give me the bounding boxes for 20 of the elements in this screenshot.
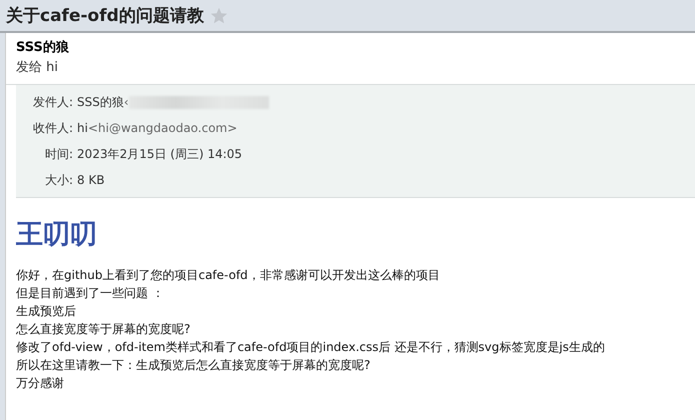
field-value: SSS的狼‹ <box>77 94 129 110</box>
body-text-line: 怎么直接宽度等于屏幕的宽度呢? <box>16 321 192 338</box>
field-label: 收件人: <box>33 120 74 136</box>
body-text-line: 但是目前遇到了一些问题 ： <box>16 285 165 302</box>
field-value: 2023年2月15日 (周三) 14:05 <box>77 146 242 162</box>
body-text-line: 所以在这里请教一下：生成预览后怎么直接宽度等于屏幕的宽度呢? <box>16 357 372 374</box>
star-icon[interactable] <box>210 6 228 24</box>
recipient-summary: 发给 hi <box>16 59 59 77</box>
field-label: 发件人: <box>33 94 74 110</box>
body-text-line: 修改了ofd-view，ofd-item类样式和看了cafe-ofd项目的index.css后 还是不行，猜测svg标签宽度是js生成的 <box>16 339 606 356</box>
field-value: hi<hi@wangdaodao.com> <box>77 121 238 135</box>
field-label: 大小: <box>45 172 74 188</box>
field-label: 时间: <box>45 146 74 162</box>
body-text-line: 你好，在github上看到了您的项目cafe-ofd，非常感谢可以开发出这么棒的项目 <box>16 267 441 284</box>
heading: 王叨叨 <box>16 218 98 252</box>
body-text-line: 生成预览后 <box>16 303 77 320</box>
body-text-line: 万分感谢 <box>16 375 65 392</box>
sender-name: SSS的狼 <box>16 39 70 57</box>
email-subject: 关于cafe-ofd的问题请教 <box>6 5 204 27</box>
field-value: 8 KB <box>77 173 105 187</box>
